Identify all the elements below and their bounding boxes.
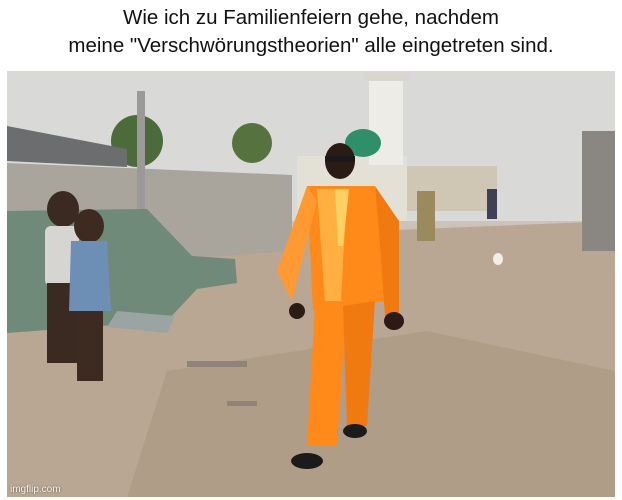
tree — [232, 123, 272, 163]
person — [417, 191, 435, 241]
watermark: imgflip.com — [10, 484, 61, 495]
child-dress — [69, 241, 111, 311]
child-head — [47, 191, 79, 227]
chicken — [493, 253, 503, 265]
hand — [289, 303, 305, 319]
shoe — [343, 424, 367, 438]
shoe — [291, 453, 323, 469]
child-head — [74, 209, 104, 243]
hand — [384, 312, 404, 330]
caption-line-2: meine "Verschwörungstheorien" alle einge… — [68, 34, 554, 57]
meme-photo: imgflip.com — [7, 71, 615, 497]
sunglasses — [325, 156, 355, 162]
building-right — [582, 131, 615, 251]
street-scene — [7, 71, 615, 497]
meme-caption: Wie ich zu Familienfeiern gehe, nachdem … — [0, 4, 622, 60]
caption-line-1: Wie ich zu Familienfeiern gehe, nachdem — [122, 6, 500, 29]
